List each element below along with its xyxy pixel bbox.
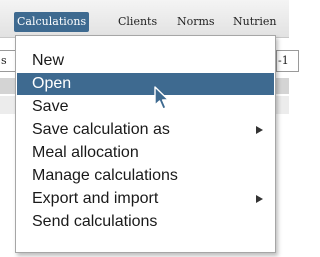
menu-item-label: Export and import [32, 190, 159, 207]
background-strip-left [0, 78, 15, 94]
submenu-arrow-icon [256, 195, 263, 203]
menu-bar: Calculations Clients Norms Nutrien [0, 0, 289, 38]
calculations-dropdown-menu: New Open Save Save calculation as Meal a… [15, 35, 276, 253]
menu-item-export-and-import[interactable]: Export and import [17, 188, 274, 210]
menu-item-label: Save [32, 98, 69, 115]
menu-item-label: Open [32, 75, 72, 92]
background-strip-right [276, 78, 289, 94]
menu-item-save-calculation-as[interactable]: Save calculation as [17, 119, 274, 141]
menu-norms[interactable]: Norms [177, 12, 215, 32]
menu-item-label: New [32, 52, 65, 69]
background-row-left [0, 96, 15, 114]
menu-nutrients[interactable]: Nutrien [233, 12, 277, 32]
menu-clients[interactable]: Clients [118, 12, 157, 32]
background-field-right: -1 [276, 50, 299, 72]
menu-item-label: Meal allocation [32, 144, 139, 161]
menu-item-open[interactable]: Open [17, 73, 274, 95]
menu-item-new[interactable]: New [17, 50, 274, 72]
menu-item-label: Manage calculations [32, 167, 178, 184]
mouse-pointer-icon [154, 86, 170, 110]
menu-item-manage-calculations[interactable]: Manage calculations [17, 165, 274, 187]
submenu-arrow-icon [256, 126, 263, 134]
menu-item-label: Send calculations [32, 213, 158, 230]
menu-calculations[interactable]: Calculations [14, 12, 90, 32]
menu-item-meal-allocation[interactable]: Meal allocation [17, 142, 274, 164]
menu-item-save[interactable]: Save [17, 96, 274, 118]
background-row-right [276, 96, 289, 114]
menu-item-label: Save calculation as [32, 121, 170, 138]
menu-item-send-calculations[interactable]: Send calculations [17, 211, 274, 233]
